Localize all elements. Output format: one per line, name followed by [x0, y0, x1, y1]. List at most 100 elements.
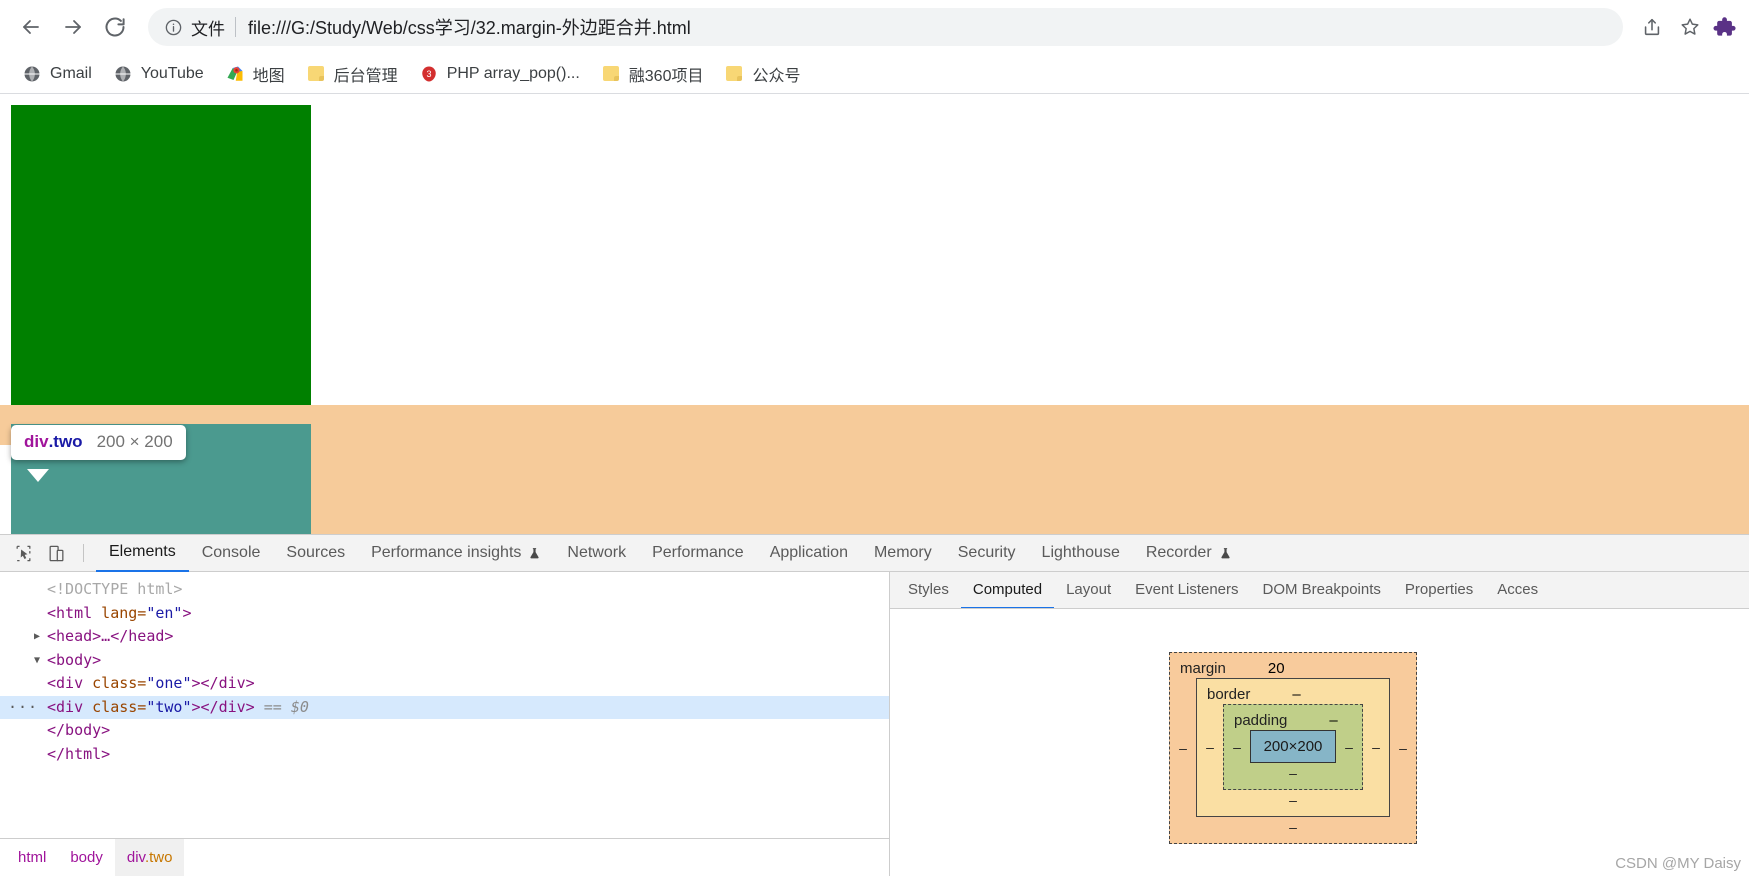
- folder-icon: [602, 65, 620, 83]
- devtools-body: ··· <!DOCTYPE html> ··· <html lang="en"> ·…: [0, 572, 1749, 876]
- devtools-tab-application[interactable]: Application: [757, 535, 861, 571]
- box-model-border-right-value[interactable]: –: [1363, 739, 1389, 755]
- php-icon: 3: [420, 65, 438, 83]
- box-model-content-size[interactable]: 200×200: [1250, 730, 1336, 763]
- box-model-padding-right-value[interactable]: –: [1336, 739, 1362, 755]
- div-one-element[interactable]: [11, 105, 311, 405]
- device-toolbar-icon[interactable]: [41, 539, 71, 567]
- box-model-border-bottom-value[interactable]: –: [1197, 790, 1389, 816]
- sidebar-tab-accessibility[interactable]: Acces: [1485, 572, 1550, 608]
- collapse-body-twisty[interactable]: ▼: [34, 649, 47, 673]
- box-model-margin-left-value[interactable]: –: [1170, 740, 1196, 756]
- dom-tree[interactable]: ··· <!DOCTYPE html> ··· <html lang="en"> ·…: [0, 572, 889, 838]
- devtools-tab-performance-insights[interactable]: Performance insights: [358, 535, 554, 571]
- breadcrumb-item-div-two[interactable]: div.two: [114, 839, 185, 876]
- tab-label: Performance: [652, 544, 744, 561]
- box-model-padding-label: padding: [1234, 712, 1288, 729]
- devtools-tab-recorder[interactable]: Recorder: [1133, 535, 1245, 571]
- devtools-tab-elements[interactable]: Elements: [96, 535, 189, 572]
- devtools-tab-memory[interactable]: Memory: [861, 535, 945, 571]
- bookmark-item-gmail[interactable]: Gmail: [14, 59, 101, 89]
- folder-icon: [725, 65, 743, 83]
- box-model-border-top-row: border –: [1197, 679, 1389, 704]
- styles-sidebar-pane: Styles Computed Layout Event Listeners D…: [890, 572, 1749, 876]
- breadcrumb-item-body[interactable]: body: [58, 839, 115, 876]
- tag-close: </html>: [47, 744, 111, 763]
- box-model-margin-bottom-value[interactable]: –: [1170, 817, 1416, 843]
- address-bar[interactable]: 文件 file:///G:/Study/Web/css学习/32.margin-…: [148, 8, 1623, 46]
- bookmark-item-youtube[interactable]: YouTube: [105, 59, 213, 89]
- tab-label: Sources: [286, 544, 346, 561]
- row-more-dots-icon[interactable]: ···: [8, 696, 37, 720]
- box-model-padding-top-value[interactable]: –: [1329, 706, 1337, 729]
- tag-close: >: [182, 603, 192, 622]
- attr-name: lang=: [92, 603, 147, 622]
- toolbar-divider: [83, 544, 84, 562]
- tab-label: Memory: [873, 544, 932, 561]
- bookmark-item-admin[interactable]: 后台管理: [298, 59, 407, 89]
- devtools-tab-security[interactable]: Security: [945, 535, 1029, 571]
- attr-value: "one": [146, 674, 192, 692]
- bookmark-item-maps[interactable]: 地图: [217, 59, 294, 89]
- devtools-tab-lighthouse[interactable]: Lighthouse: [1029, 535, 1133, 571]
- bookmark-item-rong360[interactable]: 融360项目: [593, 59, 713, 89]
- tab-label: Security: [957, 544, 1016, 561]
- dom-row-div-one[interactable]: ··· <div class="one"></div>: [0, 672, 889, 696]
- box-model-padding-bottom-value[interactable]: –: [1224, 763, 1362, 789]
- back-button[interactable]: [10, 6, 52, 48]
- flask-icon: [528, 546, 541, 561]
- box-model-padding-mid: – 200×200 –: [1224, 730, 1362, 763]
- tag-open: <div: [47, 674, 84, 692]
- bookmark-label: PHP array_pop()...: [446, 64, 580, 82]
- bookmark-label: 融360项目: [628, 67, 704, 85]
- breadcrumb-item-html[interactable]: html: [6, 839, 58, 876]
- bookmark-star-icon[interactable]: [1671, 8, 1709, 46]
- doctype-text: <!DOCTYPE html>: [47, 580, 183, 598]
- cursor-select-icon[interactable]: [8, 539, 38, 567]
- devtools-tab-bar: Elements Console Sources Performance ins…: [0, 535, 1749, 572]
- dom-row-body[interactable]: ···▼<body>: [0, 649, 889, 673]
- share-button[interactable]: [1633, 8, 1671, 46]
- box-model-margin-right-value[interactable]: –: [1390, 740, 1416, 756]
- box-model-border-left-value[interactable]: –: [1197, 739, 1223, 755]
- expand-head-twisty[interactable]: ▶: [34, 625, 47, 649]
- box-model-margin-top-value[interactable]: 20: [1268, 654, 1285, 677]
- devtools-tab-sources[interactable]: Sources: [273, 535, 358, 571]
- tag-open: <html: [47, 603, 93, 622]
- folder-icon: [307, 65, 325, 83]
- devtools-panel: Elements Console Sources Performance ins…: [0, 534, 1749, 876]
- attr-value: "two": [146, 697, 192, 716]
- dom-row-head[interactable]: ···▶<head>…</head>: [0, 625, 889, 649]
- tag-open: <div: [47, 697, 84, 716]
- box-model-border-top-value[interactable]: –: [1292, 680, 1300, 703]
- extensions-puzzle-icon[interactable]: [1709, 8, 1739, 46]
- devtools-tab-performance[interactable]: Performance: [639, 535, 757, 571]
- dom-row-doctype[interactable]: ··· <!DOCTYPE html>: [0, 578, 889, 602]
- sidebar-tab-computed[interactable]: Computed: [960, 572, 1055, 608]
- maps-pin-icon: [226, 65, 244, 83]
- dom-row-html-close[interactable]: ··· </html>: [0, 743, 889, 767]
- dom-row-html[interactable]: ··· <html lang="en">: [0, 602, 889, 626]
- forward-button[interactable]: [52, 6, 94, 48]
- sidebar-tab-event-listeners[interactable]: Event Listeners: [1123, 572, 1250, 608]
- dom-row-body-close[interactable]: ··· </body>: [0, 719, 889, 743]
- row-dots: ···: [8, 578, 34, 602]
- info-circle-icon[interactable]: [164, 18, 183, 37]
- attr-name: class=: [83, 674, 147, 692]
- box-model-padding-left-value[interactable]: –: [1224, 739, 1250, 755]
- sidebar-tab-styles[interactable]: Styles: [896, 572, 961, 608]
- url-text[interactable]: file:///G:/Study/Web/css学习/32.margin-外边距…: [248, 14, 691, 40]
- reload-button[interactable]: [94, 6, 136, 48]
- bookmark-label: 地图: [252, 67, 285, 85]
- bookmark-item-gongzhonghao[interactable]: 公众号: [716, 59, 809, 89]
- bookmark-item-php[interactable]: 3 PHP array_pop()...: [411, 59, 589, 89]
- devtools-tab-network[interactable]: Network: [554, 535, 639, 571]
- sidebar-tab-properties[interactable]: Properties: [1393, 572, 1485, 608]
- sidebar-tab-dom-breakpoints[interactable]: DOM Breakpoints: [1251, 572, 1393, 608]
- sidebar-tab-layout[interactable]: Layout: [1054, 572, 1123, 608]
- devtools-tab-console[interactable]: Console: [189, 535, 274, 571]
- row-dots: ···: [8, 625, 34, 649]
- flask-icon: [1219, 546, 1232, 561]
- page-viewport: div .two 200 × 200: [0, 94, 1749, 534]
- dom-row-div-two[interactable]: ··· <div class= "two" ></div> == $0: [0, 695, 889, 720]
